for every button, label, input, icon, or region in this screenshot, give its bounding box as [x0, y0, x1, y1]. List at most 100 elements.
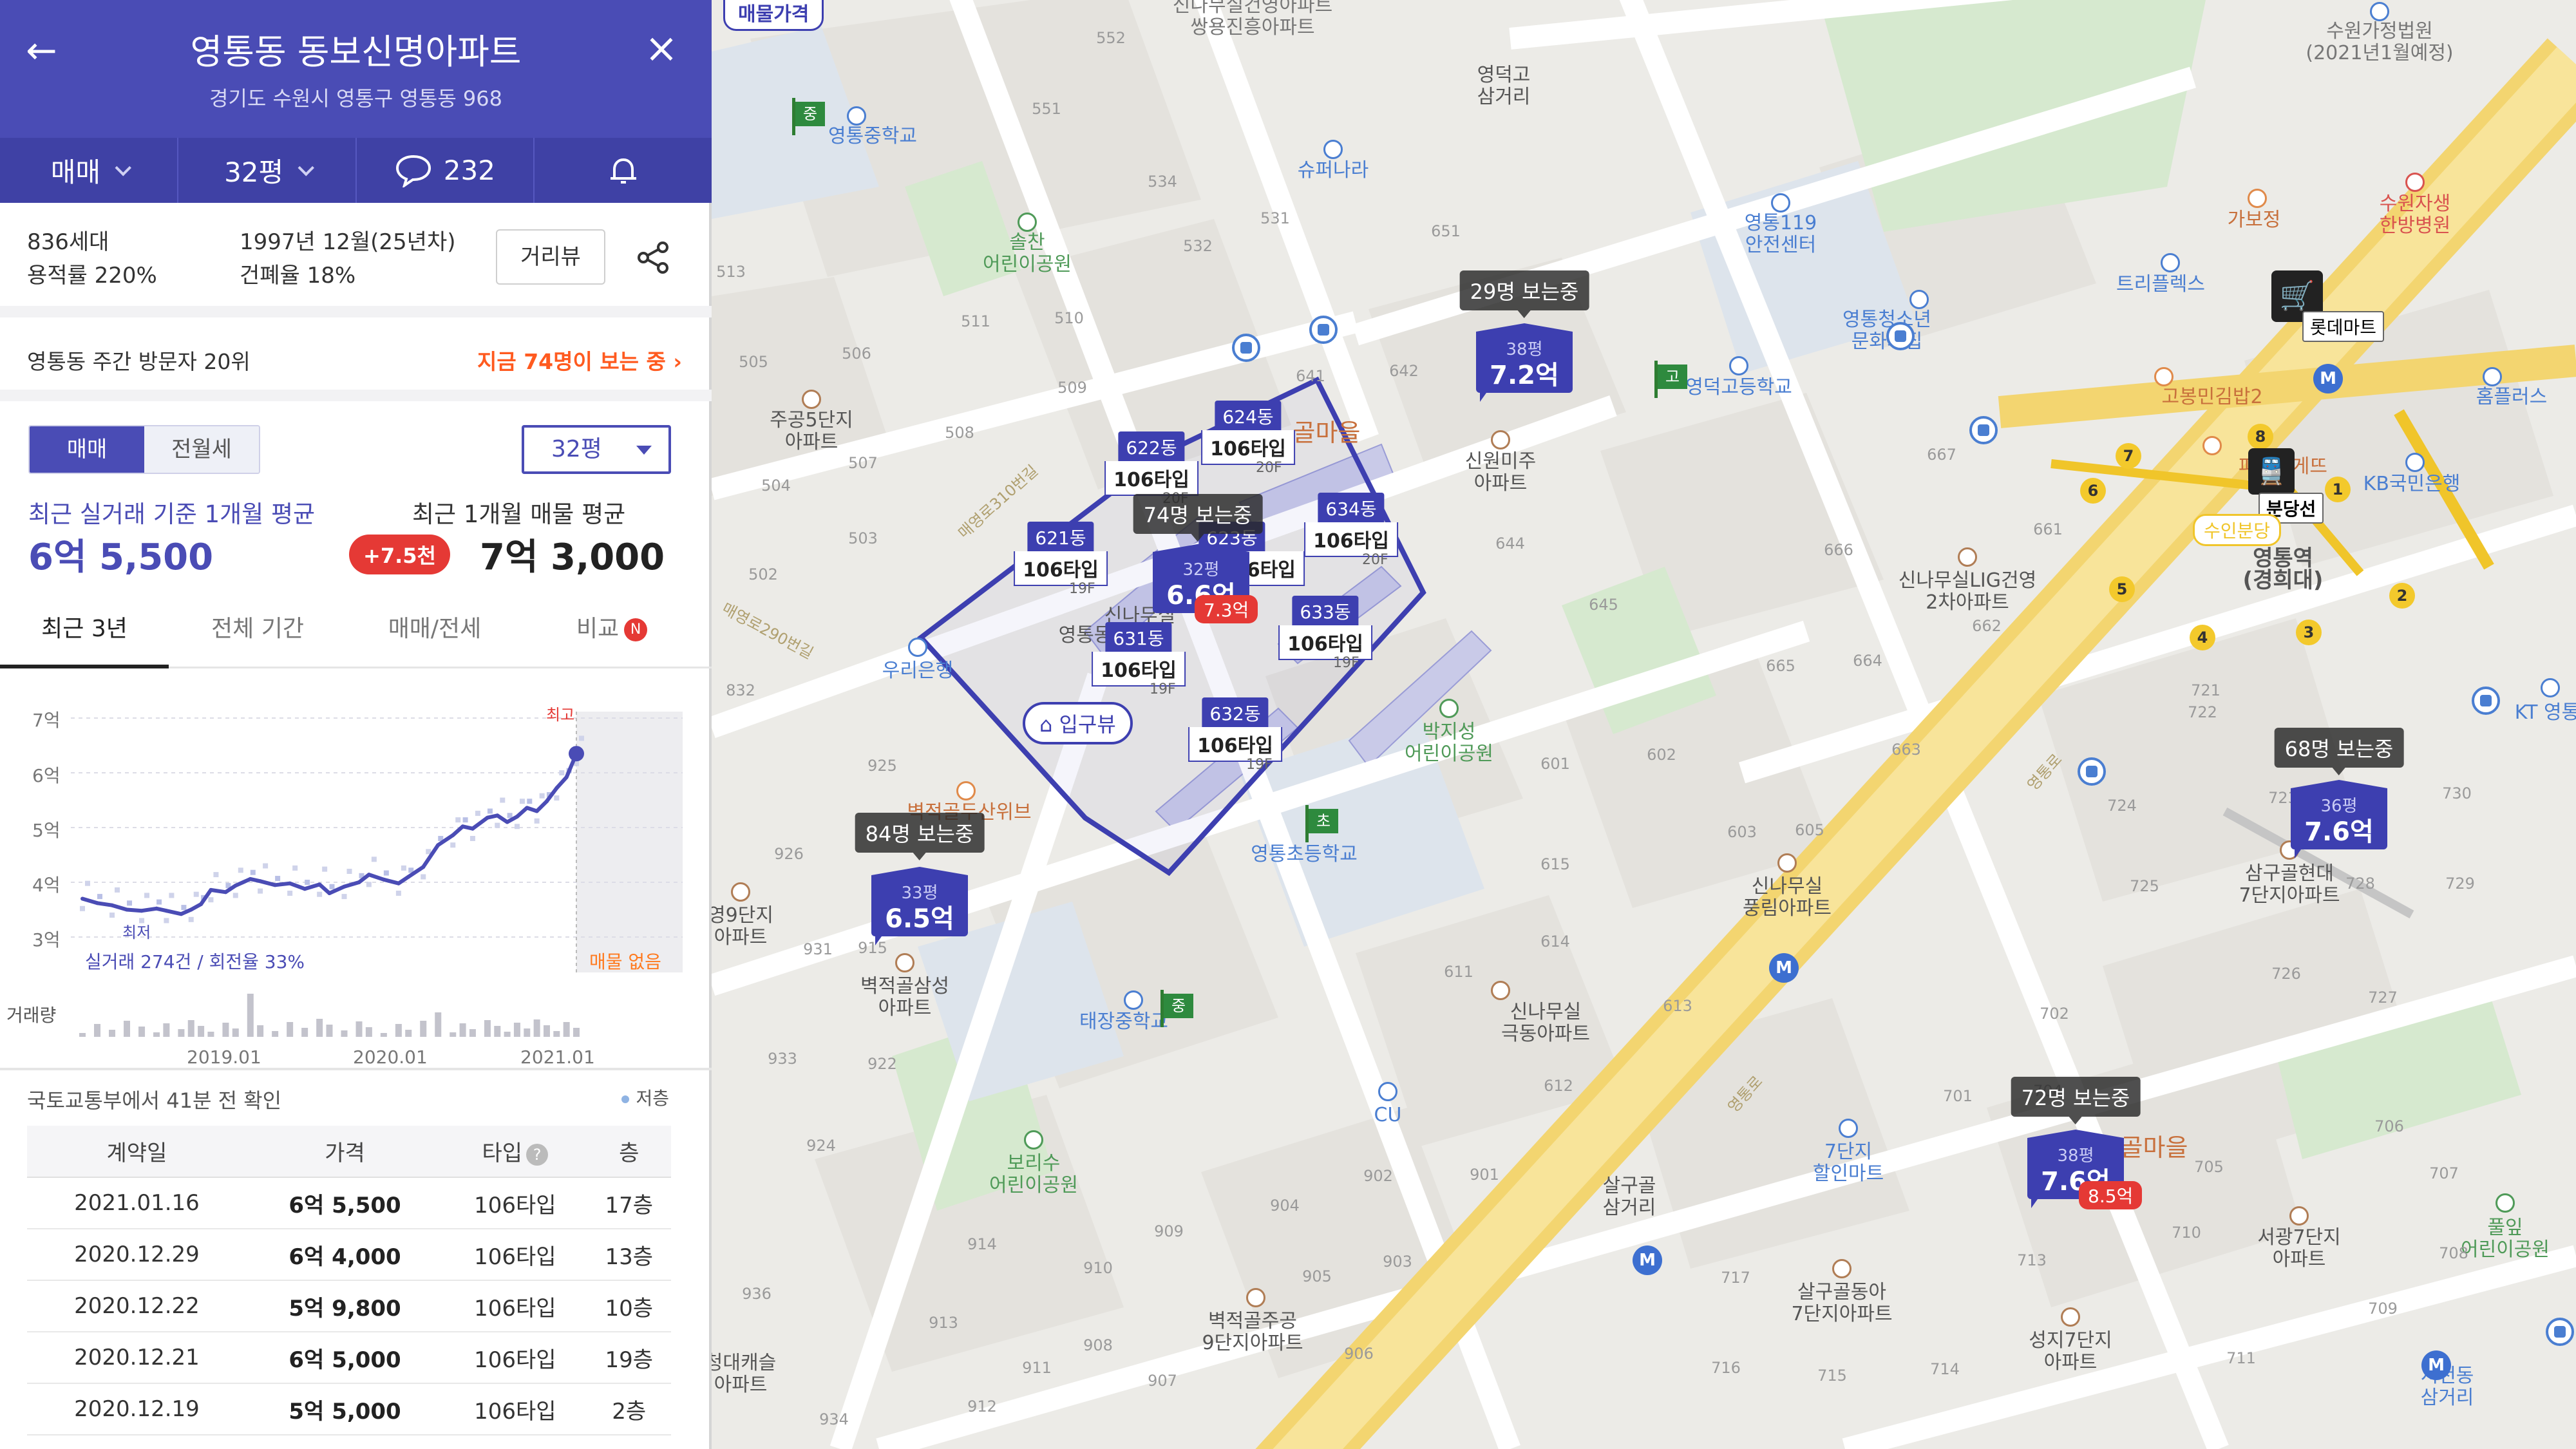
restaurant-icon[interactable]	[2202, 436, 2222, 455]
place-label[interactable]: 솔찬 어린이공원	[983, 232, 1072, 276]
place-icon[interactable]	[1729, 356, 1748, 375]
place-label[interactable]: 신나무실 풍림아파트	[1743, 876, 1832, 920]
place-icon[interactable]	[908, 638, 927, 657]
table-row[interactable]: 2020.12.22 5억 9,800 106타입 10층	[27, 1280, 671, 1332]
alert-tab[interactable]	[535, 138, 712, 203]
apartment-icon[interactable]	[2289, 1206, 2309, 1226]
place-label[interactable]: 우리은행	[882, 660, 953, 682]
place-label[interactable]: 영통초등학교	[1251, 844, 1358, 866]
price-marker[interactable]: 38평 7.6억 8.5억	[2027, 1119, 2143, 1209]
apartment-icon[interactable]	[1958, 547, 1977, 567]
restaurant-icon[interactable]	[2154, 367, 2174, 386]
place-label[interactable]: 영통역 (경희대)	[2243, 547, 2324, 591]
map-view[interactable]: 매물가격 신나무실건영아파트 쌍용진흥아파트 영덕고 삼거리 수원가정법원 (2021…	[712, 0, 2576, 1449]
apartment-icon[interactable]	[1246, 1288, 1265, 1307]
dong-marker[interactable]: 634동	[1318, 493, 1385, 524]
viewer-count-tag[interactable]: 68명 보는중	[2274, 728, 2404, 775]
place-label[interactable]: 골마을	[2121, 1135, 2188, 1160]
help-icon[interactable]: ?	[526, 1143, 549, 1166]
park-icon[interactable]	[2496, 1193, 2515, 1213]
place-icon[interactable]	[1378, 1082, 1397, 1101]
table-row[interactable]: 2020.12.19 5억 5,000 106타입 2층	[27, 1383, 671, 1435]
place-icon[interactable]	[2161, 253, 2180, 272]
place-label[interactable]: 신원미주 아파트	[1465, 451, 1536, 495]
place-label[interactable]: 고봉민김밥2	[2161, 386, 2262, 408]
school-flag-icon[interactable]: 초	[1302, 805, 1339, 842]
place-label[interactable]: 가보정	[2228, 209, 2281, 231]
place-label[interactable]: KB국민은행	[2363, 473, 2461, 495]
price-marker[interactable]: 38평 7.2억	[1476, 313, 1573, 403]
place-label[interactable]: 청대캐슬 아파트	[712, 1352, 776, 1396]
place-label[interactable]: 삼구골현대 7단지아파트	[2239, 863, 2340, 907]
metro-icon[interactable]: M	[1633, 1245, 1662, 1275]
table-row[interactable]: 2020.12.21 6억 5,000 106타입 19층	[27, 1332, 671, 1384]
viewer-count-tag[interactable]: 84명 보는중	[855, 813, 985, 860]
train-icon[interactable]: 🚆	[2248, 448, 2295, 495]
size-select[interactable]: 32평	[522, 425, 671, 474]
place-label[interactable]: 태장중학교	[1079, 1011, 1168, 1033]
viewers-now-link[interactable]: 지금 74명이 보는 중 ›	[477, 345, 682, 375]
bus-stop-icon[interactable]	[2472, 687, 2500, 715]
price-marker[interactable]: 36평 7.6억	[2291, 770, 2387, 860]
school-flag-icon[interactable]: 고	[1651, 361, 1688, 398]
size-dropdown[interactable]: 32평	[178, 138, 357, 203]
metro-icon[interactable]: M	[1769, 953, 1799, 983]
price-marker[interactable]: 33평 6.5억	[871, 857, 968, 947]
place-label[interactable]: 벽적골삼성 아파트	[860, 976, 949, 1019]
place-icon[interactable]	[2483, 367, 2502, 386]
place-label[interactable]: 신나무실 극동아파트	[1501, 1001, 1590, 1045]
mart-label[interactable]: 롯데마트	[2302, 311, 2385, 342]
place-label[interactable]: 벽적골주공 9단지아파트	[1202, 1311, 1303, 1354]
dong-marker[interactable]: 632동	[1202, 697, 1269, 728]
place-label[interactable]: 성지7단지 아파트	[2029, 1330, 2112, 1374]
street-view-button[interactable]: 거리뷰	[496, 229, 605, 285]
tab-3years[interactable]: 최근 3년	[0, 605, 169, 668]
place-icon[interactable]	[847, 106, 866, 126]
dong-marker[interactable]: 631동	[1105, 622, 1172, 653]
apartment-icon[interactable]	[731, 882, 750, 902]
tab-sale-jeonse[interactable]: 매매/전세	[354, 605, 515, 668]
dong-marker[interactable]: 621동	[1027, 522, 1094, 553]
place-label[interactable]: 수원가정법원 (2021년1월예정)	[2306, 21, 2453, 64]
school-flag-icon[interactable]: 중	[788, 98, 826, 135]
price-filter-chip[interactable]: 매물가격	[723, 0, 824, 31]
apartment-icon[interactable]	[2061, 1307, 2080, 1327]
park-icon[interactable]	[1018, 213, 1037, 232]
place-icon[interactable]	[1124, 990, 1143, 1010]
bus-stop-icon[interactable]	[1969, 416, 1998, 444]
place-label[interactable]: 주공5단지 아파트	[770, 410, 853, 453]
place-label[interactable]: 영덕고등학교	[1685, 377, 1792, 399]
place-label[interactable]: CU	[1374, 1104, 1402, 1126]
hospital-icon[interactable]	[2405, 173, 2425, 192]
dong-marker[interactable]: 633동	[1292, 596, 1359, 627]
segment-sale[interactable]: 매매	[30, 426, 144, 473]
place-icon[interactable]	[2405, 453, 2425, 472]
place-label[interactable]: 보리수 어린이공원	[989, 1153, 1078, 1197]
metro-icon[interactable]: M	[2313, 364, 2343, 393]
restaurant-icon[interactable]	[956, 781, 976, 800]
place-label[interactable]: 영덕고 삼거리	[1477, 64, 1531, 108]
viewer-count-tag[interactable]: 72명 보는중	[2011, 1077, 2141, 1124]
comments-tab[interactable]: 232	[357, 138, 535, 203]
table-row[interactable]: 2020.12.29 6억 4,000 106타입 13층	[27, 1229, 671, 1281]
viewer-count-tag[interactable]: 29명 보는중	[1459, 270, 1589, 318]
park-icon[interactable]	[1024, 1130, 1043, 1150]
dong-marker[interactable]: 624동	[1215, 401, 1282, 431]
place-icon[interactable]	[1839, 1119, 1858, 1138]
trade-type-dropdown[interactable]: 매매	[0, 138, 178, 203]
place-label[interactable]: 영통동	[1059, 625, 1112, 647]
place-label[interactable]: 살구골 삼거리	[1603, 1175, 1656, 1219]
school-flag-icon[interactable]: 중	[1157, 990, 1194, 1027]
place-label[interactable]: KT 영통	[2515, 702, 2576, 724]
place-label[interactable]: 트리플렉스	[2116, 274, 2205, 296]
place-label[interactable]: 골마을	[1293, 421, 1361, 445]
place-label[interactable]: 수원자생 한방병원	[2380, 193, 2450, 237]
apartment-icon[interactable]	[1832, 1259, 1852, 1278]
restaurant-icon[interactable]	[2248, 189, 2267, 208]
place-label[interactable]: 영통119 안전센터	[1745, 213, 1817, 256]
bus-stop-icon[interactable]	[1309, 316, 1338, 344]
apartment-icon[interactable]	[895, 953, 914, 972]
entrance-view-button[interactable]: ⌂ 입구뷰	[1023, 702, 1133, 744]
bus-stop-icon[interactable]	[2546, 1318, 2574, 1346]
place-label[interactable]: 영통중학교	[828, 126, 917, 147]
